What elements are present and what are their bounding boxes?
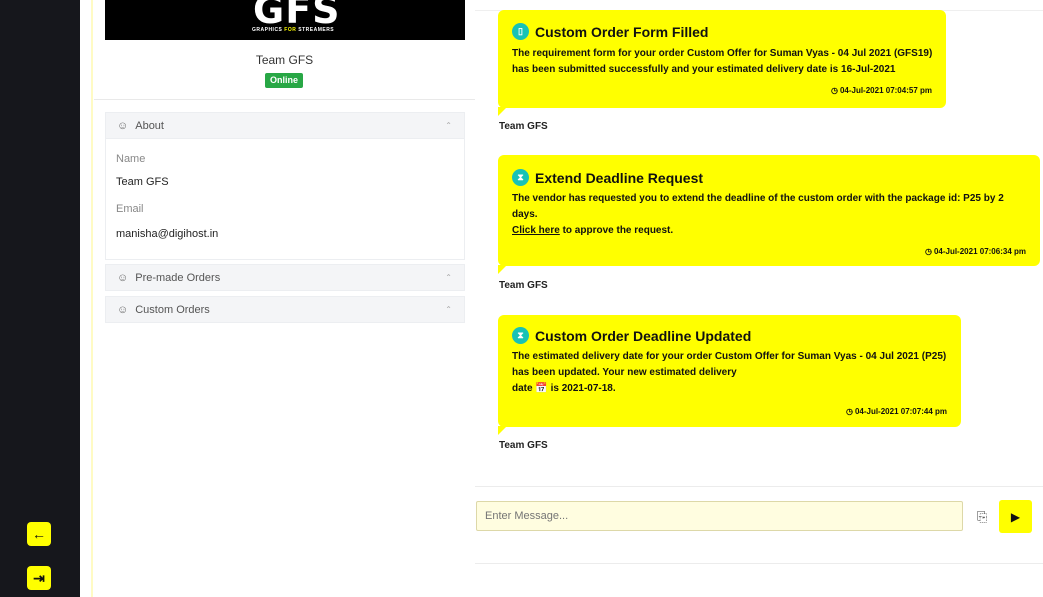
chevron-up-icon: ⌃ <box>445 121 452 130</box>
user-icon: ☺ <box>117 119 129 132</box>
message-line: The vendor has requested you to extend t… <box>512 193 1004 204</box>
clock-icon: ◷ <box>924 247 932 256</box>
send-button[interactable]: ▶ <box>999 500 1032 533</box>
divider <box>94 99 475 100</box>
document-icon: ▯ <box>512 23 529 40</box>
message-body: The requirement form for your order Cust… <box>512 46 932 78</box>
status-badge: Online <box>265 73 303 88</box>
accordion-premade-label: Pre-made Orders <box>135 271 221 284</box>
hourglass-icon: ⧗ <box>512 327 529 344</box>
about-details: Name Team GFS Email manisha@digihost.in <box>105 139 465 260</box>
hourglass-icon: ⧗ <box>512 169 529 186</box>
logo-tagline-1: GRAPHICS <box>252 27 283 33</box>
message-bubble: ⧗ Extend Deadline Request The vendor has… <box>498 155 1040 274</box>
message-time-text: 04-Jul-2021 07:06:34 pm <box>933 247 1026 256</box>
logo-tagline-3: STREAMERS <box>298 27 335 33</box>
composer-divider <box>475 563 1043 564</box>
send-icon: ▶ <box>1010 509 1021 524</box>
approve-request-link[interactable]: Click here <box>512 225 560 236</box>
rail-divider <box>91 0 93 597</box>
calendar-icon: 📅 <box>535 383 548 394</box>
chevron-up-icon: ⌃ <box>445 273 452 282</box>
logo-tagline-2: FOR <box>284 27 297 33</box>
message-sender: Team GFS <box>499 121 548 132</box>
paperclip-icon: ⎘ <box>977 509 988 524</box>
message-input[interactable] <box>476 501 963 531</box>
email-label: Email <box>116 203 144 215</box>
message-line: The requirement form for your order Cust… <box>512 48 933 59</box>
message-body: The vendor has requested you to extend t… <box>512 191 1004 239</box>
composer-divider <box>475 486 1043 487</box>
message-title-text: Custom Order Form Filled <box>535 23 709 40</box>
message-title: ▯ Custom Order Form Filled <box>512 23 708 40</box>
message-line: has been updated. Your new estimated del… <box>512 367 737 378</box>
accordion-custom-orders[interactable]: ☺ Custom Orders ⌃ <box>105 296 465 323</box>
logout-icon: ⇥ <box>33 569 45 586</box>
profile-name: Team GFS <box>255 53 314 67</box>
message-line: days. <box>512 209 538 220</box>
user-icon: ☺ <box>117 303 129 316</box>
clock-icon: ◷ <box>830 86 838 95</box>
logo-tagline: GRAPHICS FOR STREAMERS <box>252 27 334 33</box>
name-value: Team GFS <box>116 176 169 188</box>
profile-banner: GFS GRAPHICS FOR STREAMERS <box>105 0 465 40</box>
message-time-text: 04-Jul-2021 07:04:57 pm <box>839 86 932 95</box>
message-line: date 📅 is 2021-07-18. <box>512 381 946 397</box>
message-title-text: Custom Order Deadline Updated <box>535 327 752 344</box>
message-sender: Team GFS <box>499 440 548 451</box>
accordion-premade-orders[interactable]: ☺ Pre-made Orders ⌃ <box>105 264 465 291</box>
message-line: has been submitted successfully and your… <box>512 64 896 75</box>
profile-panel: GFS GRAPHICS FOR STREAMERS Team GFS Onli… <box>94 0 475 597</box>
clock-icon: ◷ <box>845 407 853 416</box>
email-value: manisha@digihost.in <box>116 228 219 240</box>
user-icon: ☺ <box>117 271 129 284</box>
message-title: ⧗ Custom Order Deadline Updated <box>512 327 751 344</box>
message-time: ◷ 04-Jul-2021 07:06:34 pm <box>925 247 1026 256</box>
back-button[interactable]: ← <box>27 522 51 546</box>
message-title-text: Extend Deadline Request <box>535 169 704 186</box>
message-line: The estimated delivery date for your ord… <box>512 351 947 362</box>
accordion-about[interactable]: ☺ About ⌃ <box>105 112 465 139</box>
message-time: ◷ 04-Jul-2021 07:07:44 pm <box>846 407 947 416</box>
message-time-text: 04-Jul-2021 07:07:44 pm <box>854 407 947 416</box>
accordion-custom-label: Custom Orders <box>135 303 210 316</box>
accordion-about-label: About <box>135 119 164 132</box>
message-line-text: is 2021-07-18. <box>547 383 616 394</box>
message-bubble: ▯ Custom Order Form Filled The requireme… <box>498 10 946 116</box>
name-label: Name <box>116 153 146 165</box>
message-line-text: date <box>512 383 536 394</box>
left-rail: ← ⇥ <box>0 0 80 597</box>
message-sender: Team GFS <box>499 280 548 291</box>
message-line-text: to approve the request. <box>559 225 674 236</box>
message-title: ⧗ Extend Deadline Request <box>512 169 703 186</box>
attach-button[interactable]: ⎘ <box>977 509 987 525</box>
chevron-up-icon: ⌃ <box>445 305 452 314</box>
arrow-left-icon: ← <box>32 526 46 542</box>
message-body: The estimated delivery date for your ord… <box>512 349 946 397</box>
message-bubble: ⧗ Custom Order Deadline Updated The esti… <box>498 315 961 435</box>
message-line: Click here to approve the request. <box>512 223 1004 239</box>
logout-button[interactable]: ⇥ <box>27 566 51 590</box>
message-time: ◷ 04-Jul-2021 07:04:57 pm <box>831 86 932 95</box>
